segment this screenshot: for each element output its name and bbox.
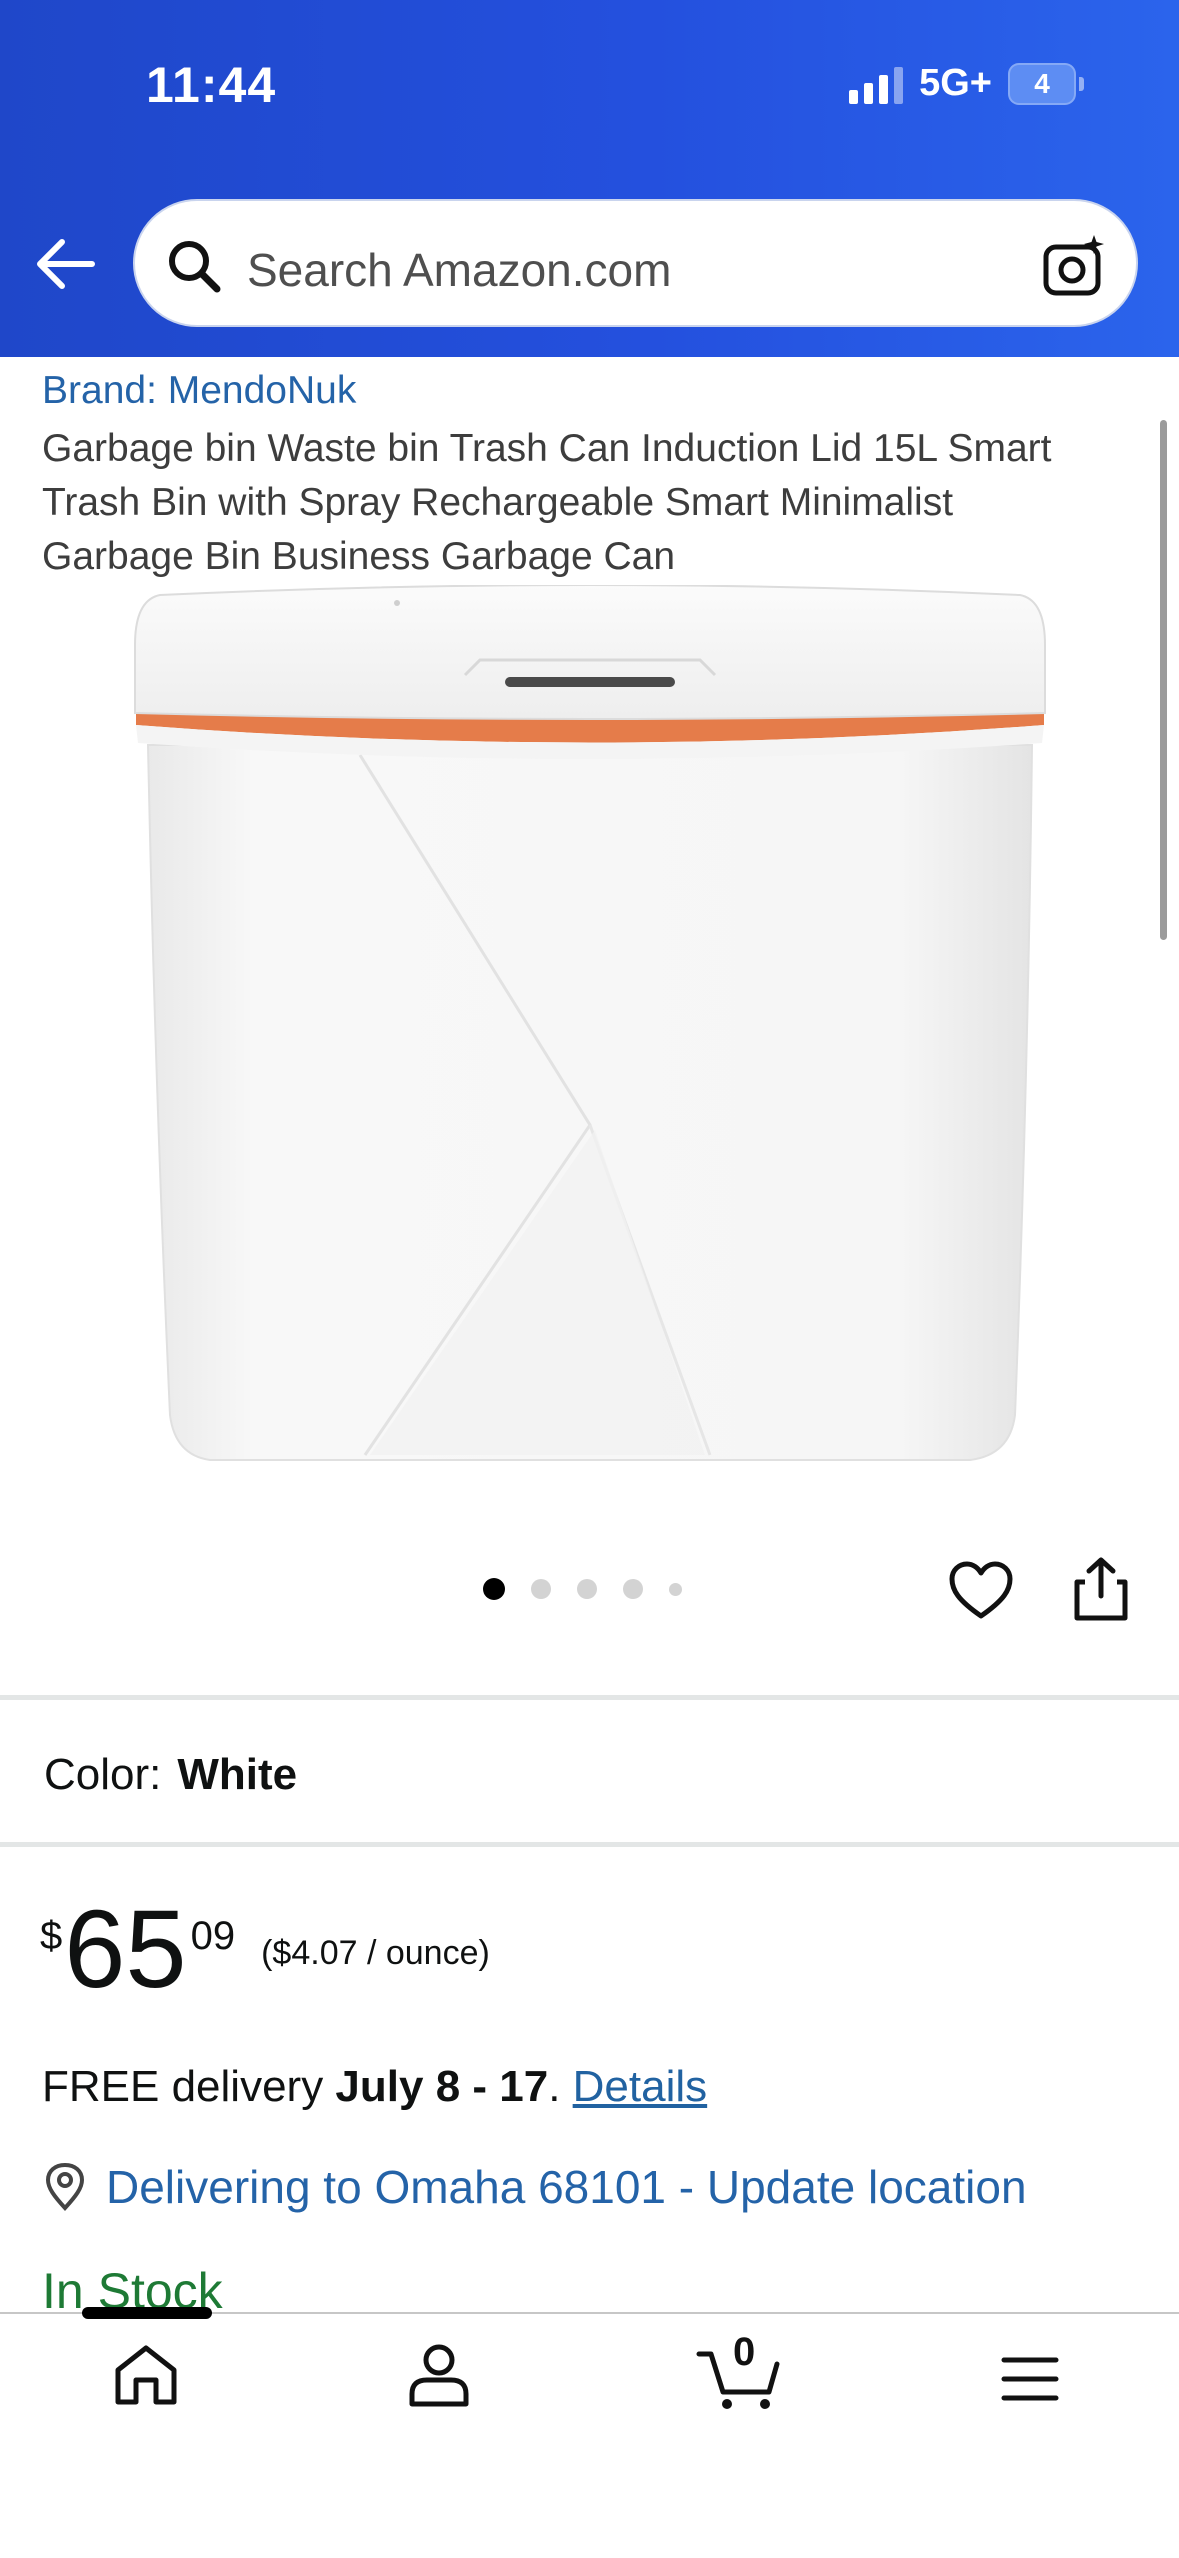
- menu-icon: [1001, 2357, 1059, 2401]
- product-image[interactable]: [120, 584, 1060, 1475]
- location-text[interactable]: Delivering to Omaha 68101 - Update locat…: [106, 2160, 1027, 2214]
- price-whole: 65: [64, 1888, 187, 2011]
- heart-icon[interactable]: [948, 1560, 1014, 1627]
- back-arrow-icon[interactable]: [30, 234, 100, 294]
- delivery-dates: July 8 - 17: [335, 2062, 549, 2111]
- color-value: White: [177, 1750, 298, 1799]
- brand-link[interactable]: Brand: MendoNuk: [42, 369, 356, 413]
- product-title: Garbage bin Waste bin Trash Can Inductio…: [42, 427, 1052, 578]
- status-indicators: 5G+ 4: [849, 62, 1084, 105]
- home-icon: [115, 2345, 177, 2405]
- user-icon: [409, 2344, 469, 2407]
- delivery-prefix: FREE delivery: [42, 2062, 336, 2111]
- color-selector[interactable]: Color: White: [44, 1750, 297, 1800]
- account-tab[interactable]: [407, 2342, 471, 2413]
- cart-tab[interactable]: 0: [695, 2330, 785, 2419]
- details-link[interactable]: Details: [573, 2062, 708, 2111]
- share-icon[interactable]: [1071, 1556, 1131, 1627]
- active-tab-indicator: [82, 2307, 212, 2319]
- delivery-info: FREE delivery July 8 - 17. Details: [42, 2062, 707, 2112]
- scrollbar[interactable]: [1160, 420, 1167, 940]
- search-input[interactable]: Search Amazon.com: [247, 243, 671, 297]
- delivery-location[interactable]: Delivering to Omaha 68101 - Update locat…: [42, 2160, 1027, 2214]
- pager-dot[interactable]: [531, 1579, 551, 1599]
- menu-tab[interactable]: [1000, 2354, 1060, 2409]
- location-pin-icon: [45, 2162, 85, 2211]
- unit-price: ($4.07 / ounce): [261, 1934, 490, 1972]
- divider: [0, 1842, 1179, 1847]
- status-time: 11:44: [146, 57, 277, 113]
- network-type: 5G+: [919, 62, 992, 104]
- pager-dot-active[interactable]: [483, 1578, 505, 1600]
- price-fraction: 09: [190, 1914, 236, 1958]
- pager-dot[interactable]: [577, 1579, 597, 1599]
- color-label: Color:: [44, 1750, 162, 1799]
- camera-search-icon[interactable]: [1042, 233, 1108, 304]
- divider: [0, 1695, 1179, 1700]
- home-tab[interactable]: [112, 2342, 180, 2413]
- price-symbol: $: [40, 1914, 63, 1958]
- delivery-suffix: .: [548, 2062, 573, 2111]
- search-bar[interactable]: Search Amazon.com: [133, 199, 1138, 327]
- pager-dot[interactable]: [623, 1579, 643, 1599]
- search-icon: [165, 237, 225, 302]
- battery-level: 4: [1008, 62, 1076, 105]
- battery-icon: 4: [1008, 62, 1084, 105]
- price-block: $ 65 09 ($4.07 / ounce): [40, 1890, 490, 2010]
- signal-icon: [849, 64, 904, 104]
- pager-dot[interactable]: [669, 1582, 682, 1596]
- top-header: 11:44 5G+ 4 Search Amazon.com: [0, 0, 1179, 357]
- cart-count: 0: [733, 2330, 756, 2374]
- image-pager[interactable]: [483, 1578, 682, 1600]
